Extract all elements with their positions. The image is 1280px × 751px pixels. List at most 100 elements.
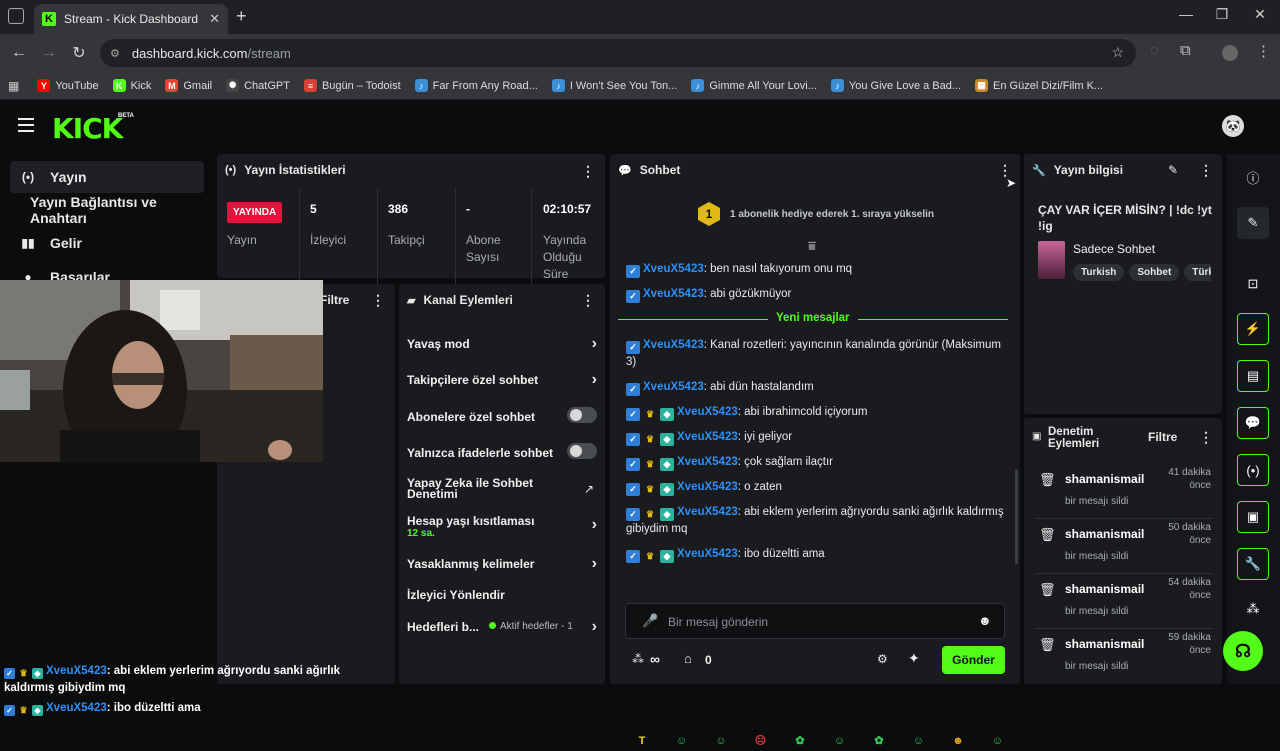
emote-icon[interactable]: ☺ [672, 731, 692, 751]
emote-icon[interactable]: ☻ [948, 731, 968, 751]
chat-username[interactable]: XveuX5423 [677, 406, 738, 418]
emote-icon[interactable]: ☺ [988, 731, 1008, 751]
filter-label[interactable]: Filtre [1148, 430, 1177, 444]
tag-chip[interactable]: Turkish [1073, 264, 1125, 281]
moderation-row[interactable]: 🗑 shamanismail bir mesajı sildi 59 dakika ön… [1035, 631, 1215, 683]
profile-avatar[interactable] [1222, 45, 1238, 61]
quick-emotes-icon[interactable]: ✦ [908, 650, 920, 667]
moderation-row[interactable]: 🗑 shamanismail bir mesajı sildi 54 dakika ön… [1035, 576, 1215, 628]
store-icon[interactable]: ⌂ [684, 651, 692, 666]
chat-username[interactable]: XveuX5423 [677, 506, 738, 518]
chat-message[interactable]: ✓ ♛ ◆ XveuX5423: abi eklem yerlerim ağrıyor… [626, 504, 1006, 537]
browser-menu-icon[interactable]: ⋮ [1256, 42, 1271, 60]
chat-message[interactable]: ✓ XveuX5423: abi dün hastalandım [626, 379, 1006, 396]
site-info-icon[interactable]: ⚙ [110, 47, 120, 60]
bookmark-item[interactable]: K Kick [112, 79, 151, 92]
new-tab-button[interactable]: + [236, 6, 247, 27]
account-age-row[interactable]: Hesap yaşı kısıtlaması › [407, 514, 597, 533]
tag-chip[interactable]: Türk [1184, 264, 1211, 281]
emoji-picker-icon[interactable]: ☻ [978, 613, 992, 628]
chat-icon[interactable]: 💬 [1237, 407, 1269, 439]
viewer-redirect-row[interactable]: İzleyici Yönlendir [407, 588, 597, 602]
bookmark-item[interactable]: ♪ Gimme All Your Lovi... [691, 79, 817, 92]
emote-icon[interactable]: ☹ [751, 731, 771, 751]
chat-message[interactable]: ✓ ♛ ◆ XveuX5423: iyi geliyor [626, 429, 1006, 446]
sidebar-item-stream[interactable]: (•) Yayın [10, 161, 204, 193]
bookmark-item[interactable]: ≡ Bugün – Todoist [303, 79, 401, 92]
chat-message[interactable]: ✓ ♛ ◆ XveuX5423: çok sağlam ilaçtır [626, 454, 1006, 471]
minimize-icon[interactable]: — [1171, 6, 1201, 22]
collapse-banner-icon[interactable]: ⩸ [808, 238, 816, 254]
apps-grid-icon[interactable]: ▦ [8, 79, 19, 93]
edit-pencil-icon[interactable]: ✎ [1168, 163, 1178, 177]
tag-chip[interactable]: Sohbet [1129, 264, 1180, 281]
chat-message[interactable]: ✓ XveuX5423: ben nasıl takıyorum onu mq [626, 261, 1006, 278]
points-icon[interactable]: ⁂ [1244, 601, 1262, 617]
info-icon[interactable]: ⓘ [1244, 168, 1262, 187]
more-options-icon[interactable]: ⋮ [371, 292, 385, 309]
emote-icon[interactable]: ✿ [790, 731, 810, 751]
lightning-icon[interactable]: ⚡ [1237, 313, 1269, 345]
bookmark-item[interactable]: M Gmail [165, 79, 212, 92]
goals-row[interactable]: Hedefleri b... Aktif hedefler - 1 › [407, 618, 597, 635]
category-name[interactable]: Sadece Sohbet [1073, 242, 1155, 256]
microphone-icon[interactable]: 🎤 [642, 613, 658, 629]
video-icon[interactable]: ▣ [1237, 501, 1269, 533]
channel-points-value[interactable]: ∞ [650, 651, 660, 667]
chat-settings-gear-icon[interactable]: ⚙ [877, 652, 888, 666]
wrench-icon[interactable]: 🔧 [1237, 548, 1269, 580]
edit-layout-icon[interactable]: ✎ [1237, 207, 1269, 239]
filter-label[interactable]: Filtre [320, 293, 349, 307]
moderation-row[interactable]: 🗑 shamanismail bir mesajı sildi 41 dakika ön… [1035, 466, 1215, 518]
kick-logo[interactable]: KICK [52, 112, 123, 145]
more-options-icon[interactable]: ⋮ [1199, 429, 1213, 446]
chat-username[interactable]: XveuX5423 [677, 456, 738, 468]
maximize-icon[interactable]: ❐ [1207, 6, 1237, 23]
followers-chat-row[interactable]: Takipçilere özel sohbet › [407, 371, 597, 388]
chat-username[interactable]: XveuX5423 [643, 381, 704, 393]
gift-leaderboard-banner[interactable]: 1 1 abonelik hediye ederek 1. sıraya yük… [698, 202, 934, 226]
menu-hamburger-icon[interactable] [18, 118, 34, 136]
send-button[interactable]: Gönder [942, 646, 1005, 674]
tab-search-icon[interactable] [8, 8, 24, 24]
category-thumbnail[interactable] [1038, 241, 1065, 279]
chat-message[interactable]: ✓ ♛ ◆ XveuX5423: abi ibrahimcold içiyorum [626, 404, 1006, 421]
chat-message[interactable]: ✓ XveuX5423: abi gözükmüyor [626, 286, 1006, 303]
chat-message[interactable]: ✓ ♛ ◆ XveuX5423: ibo düzeltti ama [626, 546, 1006, 563]
address-bar[interactable]: ⚙ dashboard.kick.com/stream ☆ [100, 39, 1136, 67]
chat-username[interactable]: XveuX5423 [677, 481, 738, 493]
user-avatar[interactable]: 🐼 [1222, 115, 1244, 137]
emote-icon[interactable]: T [632, 731, 652, 751]
chat-username[interactable]: XveuX5423 [677, 548, 738, 560]
emote-icon[interactable]: ☺ [711, 731, 731, 751]
sidebar-item-revenue[interactable]: ▮▮ Gelir [10, 227, 204, 259]
banned-words-row[interactable]: Yasaklanmış kelimeler › [407, 555, 597, 572]
sidebar-item-stream-key[interactable]: Yayın Bağlantısı ve Anahtarı [10, 194, 204, 226]
bookmark-item[interactable]: ▦ En Güzel Dizi/Film K... [975, 79, 1103, 92]
notes-icon[interactable]: ▤ [1237, 360, 1269, 392]
extension-muted-icon[interactable]: ◌ [1150, 42, 1159, 59]
chat-message[interactable]: ✓ ♛ ◆ XveuX5423: o zaten [626, 479, 1006, 496]
browser-tab[interactable]: K Stream - Kick Dashboard ✕ [34, 4, 228, 34]
back-icon[interactable]: ← [4, 44, 34, 62]
forward-icon[interactable]: → [34, 44, 64, 62]
chat-username[interactable]: XveuX5423 [643, 288, 704, 300]
bookmark-item[interactable]: ♪ Far From Any Road... [414, 79, 538, 92]
close-tab-icon[interactable]: ✕ [209, 11, 220, 27]
chat-username[interactable]: XveuX5423 [677, 431, 738, 443]
chat-message[interactable]: ✓ XveuX5423: Kanal rozetleri: yayıncının … [626, 337, 1006, 370]
slow-mode-row[interactable]: Yavaş mod › [407, 335, 597, 352]
ai-moderation-row[interactable]: Yapay Zeka ile Sohbet Denetimi [407, 477, 537, 500]
emote-icon[interactable]: ✿ [869, 731, 889, 751]
chat-input[interactable]: 🎤 Bir mesaj gönderin ☻ [625, 603, 1005, 639]
emote-icon[interactable]: ☺ [830, 731, 850, 751]
bookmark-item[interactable]: ♪ You Give Love a Bad... [830, 79, 961, 92]
more-options-icon[interactable]: ⋮ [581, 163, 595, 180]
broadcast-icon[interactable]: (•) [1237, 454, 1269, 486]
support-headset-icon[interactable]: ☊ [1223, 631, 1263, 671]
extensions-icon[interactable]: ⧉ [1180, 42, 1191, 59]
bookmark-star-icon[interactable]: ☆ [1111, 44, 1124, 61]
close-window-icon[interactable]: ✕ [1245, 6, 1275, 23]
bookmark-item[interactable]: ✺ ChatGPT [226, 79, 290, 92]
moderation-row[interactable]: 🗑 shamanismail bir mesajı sildi 50 dakika ön… [1035, 521, 1215, 573]
